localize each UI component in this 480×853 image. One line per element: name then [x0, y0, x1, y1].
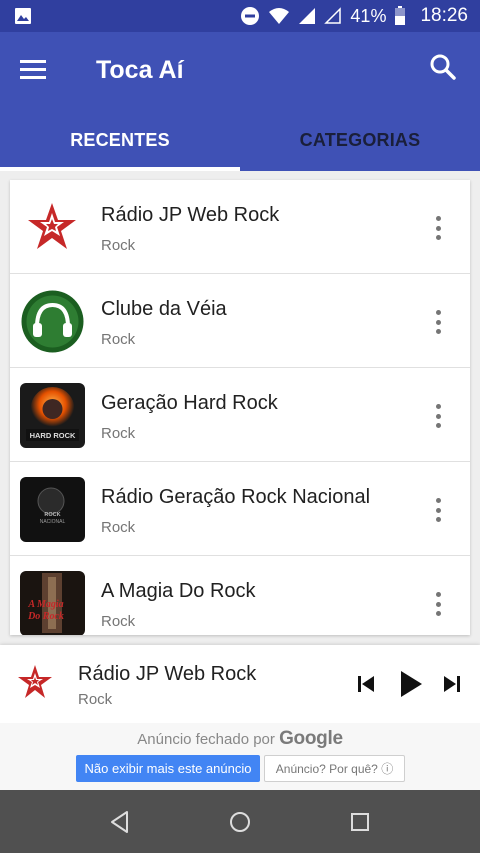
hide-ad-button[interactable]: Não exibir mais este anúncio [76, 755, 260, 782]
station-genre: Rock [101, 519, 136, 536]
station-genre: Rock [101, 613, 136, 630]
more-options-icon[interactable] [426, 498, 450, 522]
wifi-icon [269, 8, 290, 24]
geracao-rock-nacional-logo: ROCK NACIONAL [20, 477, 85, 542]
google-brand: Google [279, 728, 343, 749]
menu-icon [20, 60, 46, 79]
recents-icon[interactable] [347, 809, 373, 835]
list-item[interactable]: ROCK NACIONAL Rádio Geração Rock Naciona… [10, 462, 470, 556]
player-station-logo [13, 662, 57, 706]
list-item[interactable]: A Magia Do Rock A Magia Do Rock Rock [10, 556, 470, 635]
search-button[interactable] [428, 52, 462, 86]
more-options-icon[interactable] [426, 216, 450, 240]
svg-text:A Magia: A Magia [27, 599, 63, 610]
a-magia-do-rock-logo: A Magia Do Rock [20, 571, 85, 635]
player-subtitle: Rock [78, 691, 113, 708]
mini-player[interactable]: Rádio JP Web Rock Rock [0, 645, 480, 723]
station-genre: Rock [101, 425, 136, 442]
player-title: Rádio JP Web Rock [78, 663, 257, 685]
list-item[interactable]: Rádio JP Web Rock Rock [10, 180, 470, 274]
battery-percent: 41% [350, 5, 387, 26]
system-nav-bar [0, 790, 480, 853]
clock: 18:26 [420, 5, 468, 26]
jp-web-rock-logo [20, 195, 85, 260]
play-icon[interactable] [398, 669, 424, 699]
station-name: A Magia Do Rock [101, 580, 256, 602]
signal-empty-icon [324, 7, 342, 24]
station-name: Geração Hard Rock [101, 392, 278, 414]
battery-icon [395, 6, 406, 25]
status-bar: 41% 18:26 [0, 0, 480, 32]
tab-recentes[interactable]: RECENTES [0, 110, 240, 171]
station-genre: Rock [101, 237, 136, 254]
signal-icon [299, 8, 316, 24]
station-name: Rádio JP Web Rock [101, 204, 280, 226]
station-name: Clube da Véia [101, 298, 227, 320]
station-genre: Rock [101, 331, 136, 348]
app-bar: Toca Aí RECENTES CATEGORIAS [0, 32, 480, 171]
ad-closed-text: Anúncio fechado por [137, 731, 275, 748]
tab-bar: RECENTES CATEGORIAS [0, 110, 480, 171]
more-options-icon[interactable] [426, 592, 450, 616]
svg-text:ROCK: ROCK [44, 512, 60, 518]
thumb-text: HARD ROCK [30, 431, 76, 440]
back-icon[interactable] [107, 809, 133, 835]
station-name: Rádio Geração Rock Nacional [101, 486, 371, 508]
geracao-hard-rock-logo: HARD ROCK [20, 383, 85, 448]
svg-text:Do Rock: Do Rock [27, 611, 64, 622]
svg-text:NACIONAL: NACIONAL [40, 519, 66, 525]
station-list: Rádio JP Web Rock Rock Clube da Véia Roc… [10, 180, 470, 635]
more-options-icon[interactable] [426, 404, 450, 428]
ad-banner: Anúncio fechado por Google Não exibir ma… [0, 723, 480, 790]
more-options-icon[interactable] [426, 310, 450, 334]
do-not-disturb-icon [241, 7, 260, 25]
list-item[interactable]: HARD ROCK Geração Hard Rock Rock [10, 368, 470, 462]
app-title: Toca Aí [96, 56, 184, 84]
skip-previous-icon[interactable] [356, 671, 376, 697]
menu-button[interactable] [20, 54, 56, 86]
image-icon [15, 8, 31, 24]
list-item[interactable]: Clube da Véia Rock [10, 274, 470, 368]
clube-da-veia-logo [20, 289, 85, 354]
home-icon[interactable] [227, 809, 253, 835]
why-ad-button[interactable]: Anúncio? Por quê? ⓘ [264, 755, 405, 782]
search-icon [430, 54, 456, 80]
tab-categorias[interactable]: CATEGORIAS [240, 110, 480, 171]
ad-closed-label: Anúncio fechado por Google [0, 728, 480, 750]
skip-next-icon[interactable] [442, 671, 462, 697]
